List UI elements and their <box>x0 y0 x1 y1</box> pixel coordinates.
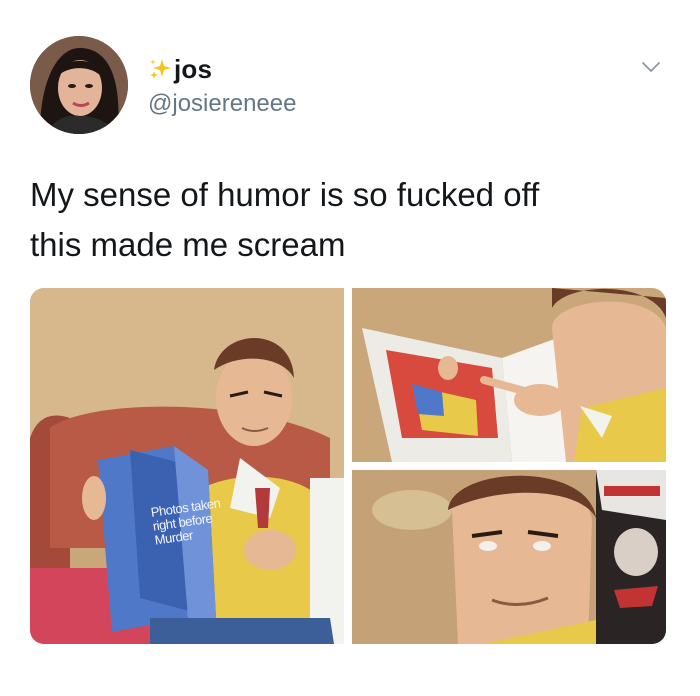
user-handle[interactable]: @josiereneee <box>148 90 296 118</box>
author-names: jos @josiereneee <box>148 54 296 118</box>
tweet-media[interactable]: Photos taken right before Murder <box>30 288 666 644</box>
tweet-text-line: this made me scream <box>30 226 346 263</box>
sparkles-icon <box>148 57 172 81</box>
tweet-text: My sense of humor is so fucked off this … <box>30 170 670 270</box>
comic-panel-pointing <box>352 288 666 462</box>
display-name: jos <box>174 53 213 84</box>
display-name-row[interactable]: jos <box>148 54 296 84</box>
comic-panel-smirk <box>352 470 666 644</box>
tweet-text-line: My sense of humor is so fucked off <box>30 176 540 213</box>
chevron-down-icon[interactable] <box>640 60 662 74</box>
tweet-header: jos @josiereneee <box>30 36 670 136</box>
comic-panel-reading: Photos taken right before Murder <box>30 288 344 644</box>
avatar[interactable] <box>30 36 128 134</box>
